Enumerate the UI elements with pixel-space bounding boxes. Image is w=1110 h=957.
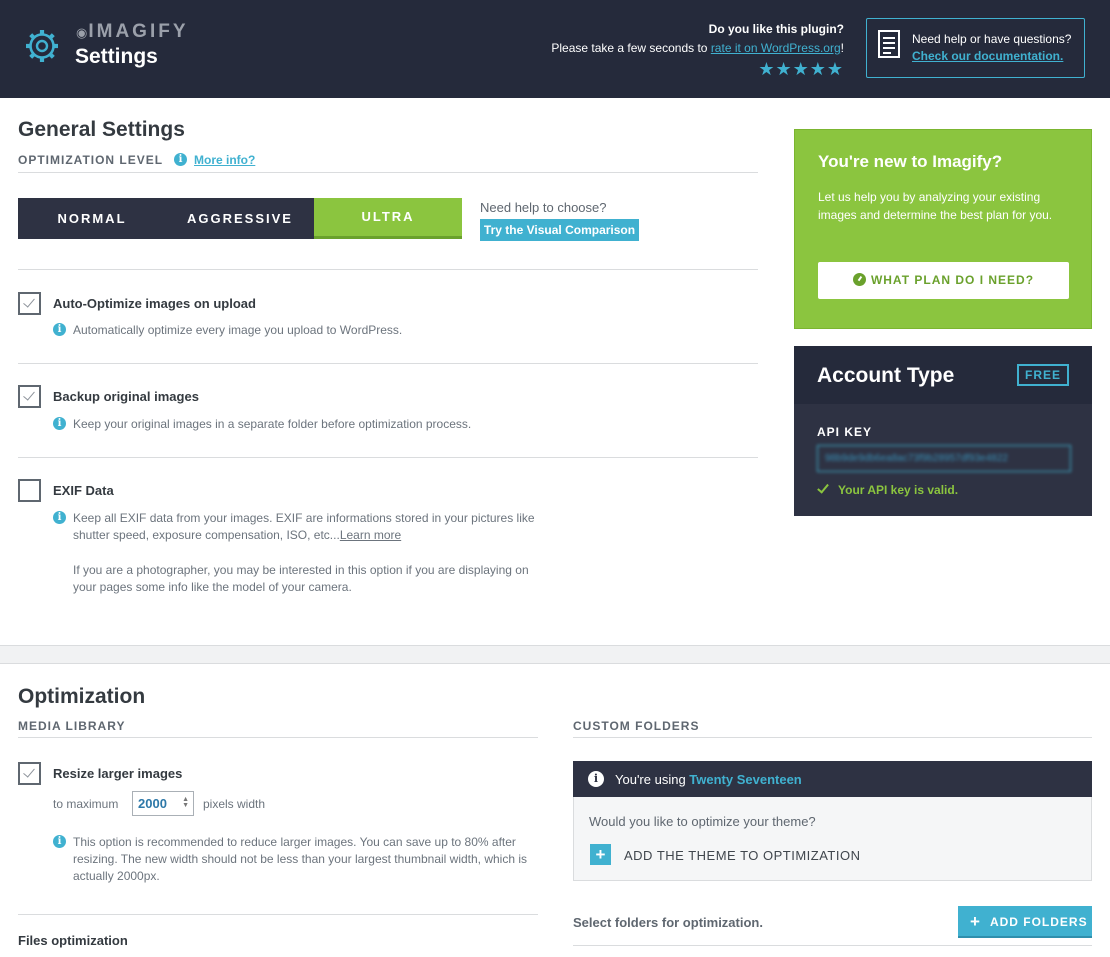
api-key-input[interactable]: 98b9de9db6ea8ac73f9b28957df93e4822 xyxy=(817,445,1071,472)
level-ultra-button[interactable]: ULTRA xyxy=(314,198,462,239)
account-header: Account Type FREE xyxy=(794,346,1092,404)
theme-box: i You're using Twenty Seventeen Would yo… xyxy=(573,761,1092,881)
backup-title: Backup original images xyxy=(53,389,199,404)
gear-icon xyxy=(26,30,58,62)
theme-question: Would you like to optimize your theme? xyxy=(589,814,816,829)
rate-line: Please take a few seconds to rate it on … xyxy=(551,41,844,55)
resize-desc-line: resizing. The new width should not be le… xyxy=(73,852,528,866)
account-badge: FREE xyxy=(1017,364,1069,386)
divider xyxy=(18,914,538,915)
pixels-width-label: pixels width xyxy=(203,797,266,811)
account-type-title: Account Type xyxy=(817,364,955,387)
learn-more-link[interactable]: Learn more xyxy=(340,528,401,542)
max-width-input[interactable]: 2000 ▲ ▼ xyxy=(132,791,194,816)
resize-desc-line: This option is recommended to reduce lar… xyxy=(73,835,516,849)
exif-extra-line: If you are a photographer, you may be in… xyxy=(73,563,529,577)
resize-desc: This option is recommended to reduce lar… xyxy=(73,834,516,851)
media-library-label: MEDIA LIBRARY xyxy=(18,719,126,733)
what-plan-label: WHAT PLAN DO I NEED? xyxy=(870,273,1035,287)
document-icon xyxy=(878,30,900,58)
plus-icon[interactable]: + xyxy=(590,844,611,865)
help-box[interactable]: Need help or have questions? Check our d… xyxy=(866,18,1085,78)
add-folders-button[interactable]: + ADD FOLDERS xyxy=(958,906,1092,938)
exif-desc: Keep all EXIF data from your images. EXI… xyxy=(73,510,535,544)
general-settings-title: General Settings xyxy=(18,118,185,141)
brand-logo: ◉IMAGIFY xyxy=(76,21,189,43)
select-folders-text: Select folders for optimization. xyxy=(573,915,763,930)
documentation-link[interactable]: Check our documentation. xyxy=(912,49,1063,63)
rate-suffix: ! xyxy=(840,41,844,55)
custom-folders-label: CUSTOM FOLDERS xyxy=(573,719,700,733)
resize-title: Resize larger images xyxy=(53,766,183,781)
help-question: Need help or have questions? xyxy=(912,32,1072,46)
plus-icon: + xyxy=(970,912,981,931)
divider xyxy=(18,363,758,364)
rate-link[interactable]: rate it on WordPress.org xyxy=(711,41,841,55)
visual-comparison-button[interactable]: Try the Visual Comparison xyxy=(480,219,639,241)
divider xyxy=(573,945,1092,946)
exif-title: EXIF Data xyxy=(53,483,114,498)
info-icon: i xyxy=(53,323,66,336)
api-valid-text: Your API key is valid. xyxy=(838,483,959,497)
info-icon: i xyxy=(53,835,66,848)
exif-checkbox[interactable] xyxy=(18,479,41,502)
add-folders-label: ADD FOLDERS xyxy=(989,915,1088,929)
divider xyxy=(18,172,758,173)
check-icon xyxy=(817,481,829,494)
backup-desc: Keep your original images in a separate … xyxy=(73,417,472,431)
add-theme-button[interactable]: ADD THE THEME TO OPTIMIZATION xyxy=(624,848,860,863)
exif-extra-desc: If you are a photographer, you may be in… xyxy=(73,562,529,596)
rate-plugin-block: Do you like this plugin? Please take a f… xyxy=(551,22,844,80)
theme-using-text: You're using Twenty Seventeen xyxy=(615,772,802,787)
to-maximum-label: to maximum xyxy=(53,797,119,811)
choose-help-text: Need help to choose? xyxy=(480,200,607,215)
theme-name: Twenty Seventeen xyxy=(689,772,802,787)
files-optimization-title: Files optimization xyxy=(18,933,128,948)
max-width-value: 2000 xyxy=(138,796,167,811)
info-icon: i xyxy=(174,153,187,166)
gauge-icon xyxy=(852,273,866,286)
rating-stars[interactable]: ★★★★★ xyxy=(551,59,844,80)
auto-optimize-checkbox[interactable] xyxy=(18,292,41,315)
new-user-box: You're new to Imagify? Let us help you b… xyxy=(794,129,1092,329)
new-user-text: Let us help you by analyzing your existi… xyxy=(818,190,1053,222)
resize-checkbox[interactable] xyxy=(18,762,41,785)
divider xyxy=(18,457,758,458)
page-title: Settings xyxy=(75,45,158,68)
optimization-level-selector: NORMAL AGGRESSIVE ULTRA xyxy=(18,198,462,239)
exif-desc-line: shutter speed, exposure compensation, IS… xyxy=(73,528,340,542)
account-box: Account Type FREE API KEY 98b9de9db6ea8a… xyxy=(794,346,1092,516)
exif-desc-line: Keep all EXIF data from your images. EXI… xyxy=(73,511,535,525)
rate-prefix: Please take a few seconds to xyxy=(551,41,711,55)
divider xyxy=(18,269,758,270)
logo-mark-icon: ◉ xyxy=(76,25,88,40)
section-divider-band xyxy=(0,645,1110,664)
divider xyxy=(573,737,1092,738)
backup-checkbox[interactable] xyxy=(18,385,41,408)
api-key-label: API KEY xyxy=(817,425,873,439)
theme-header: i You're using Twenty Seventeen xyxy=(573,761,1092,797)
divider xyxy=(18,737,538,738)
new-user-title: You're new to Imagify? xyxy=(818,152,1003,171)
level-normal-button[interactable]: NORMAL xyxy=(18,198,166,239)
optimization-level-label: OPTIMIZATION LEVEL xyxy=(18,153,164,167)
more-info-link[interactable]: More info? xyxy=(194,153,255,167)
brand-name: IMAGIFY xyxy=(88,21,189,42)
theme-using-prefix: You're using xyxy=(615,772,690,787)
what-plan-button[interactable]: WHAT PLAN DO I NEED? xyxy=(818,262,1069,299)
info-icon: i xyxy=(588,771,604,787)
resize-desc-line: actually 2000px. xyxy=(73,869,160,883)
rate-question: Do you like this plugin? xyxy=(708,22,844,36)
info-icon: i xyxy=(53,511,66,524)
level-aggressive-button[interactable]: AGGRESSIVE xyxy=(166,198,314,239)
auto-optimize-title: Auto-Optimize images on upload xyxy=(53,296,256,311)
api-valid-status: Your API key is valid. xyxy=(817,481,959,497)
info-icon: i xyxy=(53,417,66,430)
optimization-title: Optimization xyxy=(18,685,146,708)
auto-optimize-desc: Automatically optimize every image you u… xyxy=(73,323,403,337)
top-header: ◉IMAGIFY Settings Do you like this plugi… xyxy=(0,0,1110,98)
exif-extra-line: your pages some info like the model of y… xyxy=(73,580,352,594)
spinner-icon[interactable]: ▲ ▼ xyxy=(182,796,189,809)
resize-desc: resizing. The new width should not be le… xyxy=(73,851,527,885)
